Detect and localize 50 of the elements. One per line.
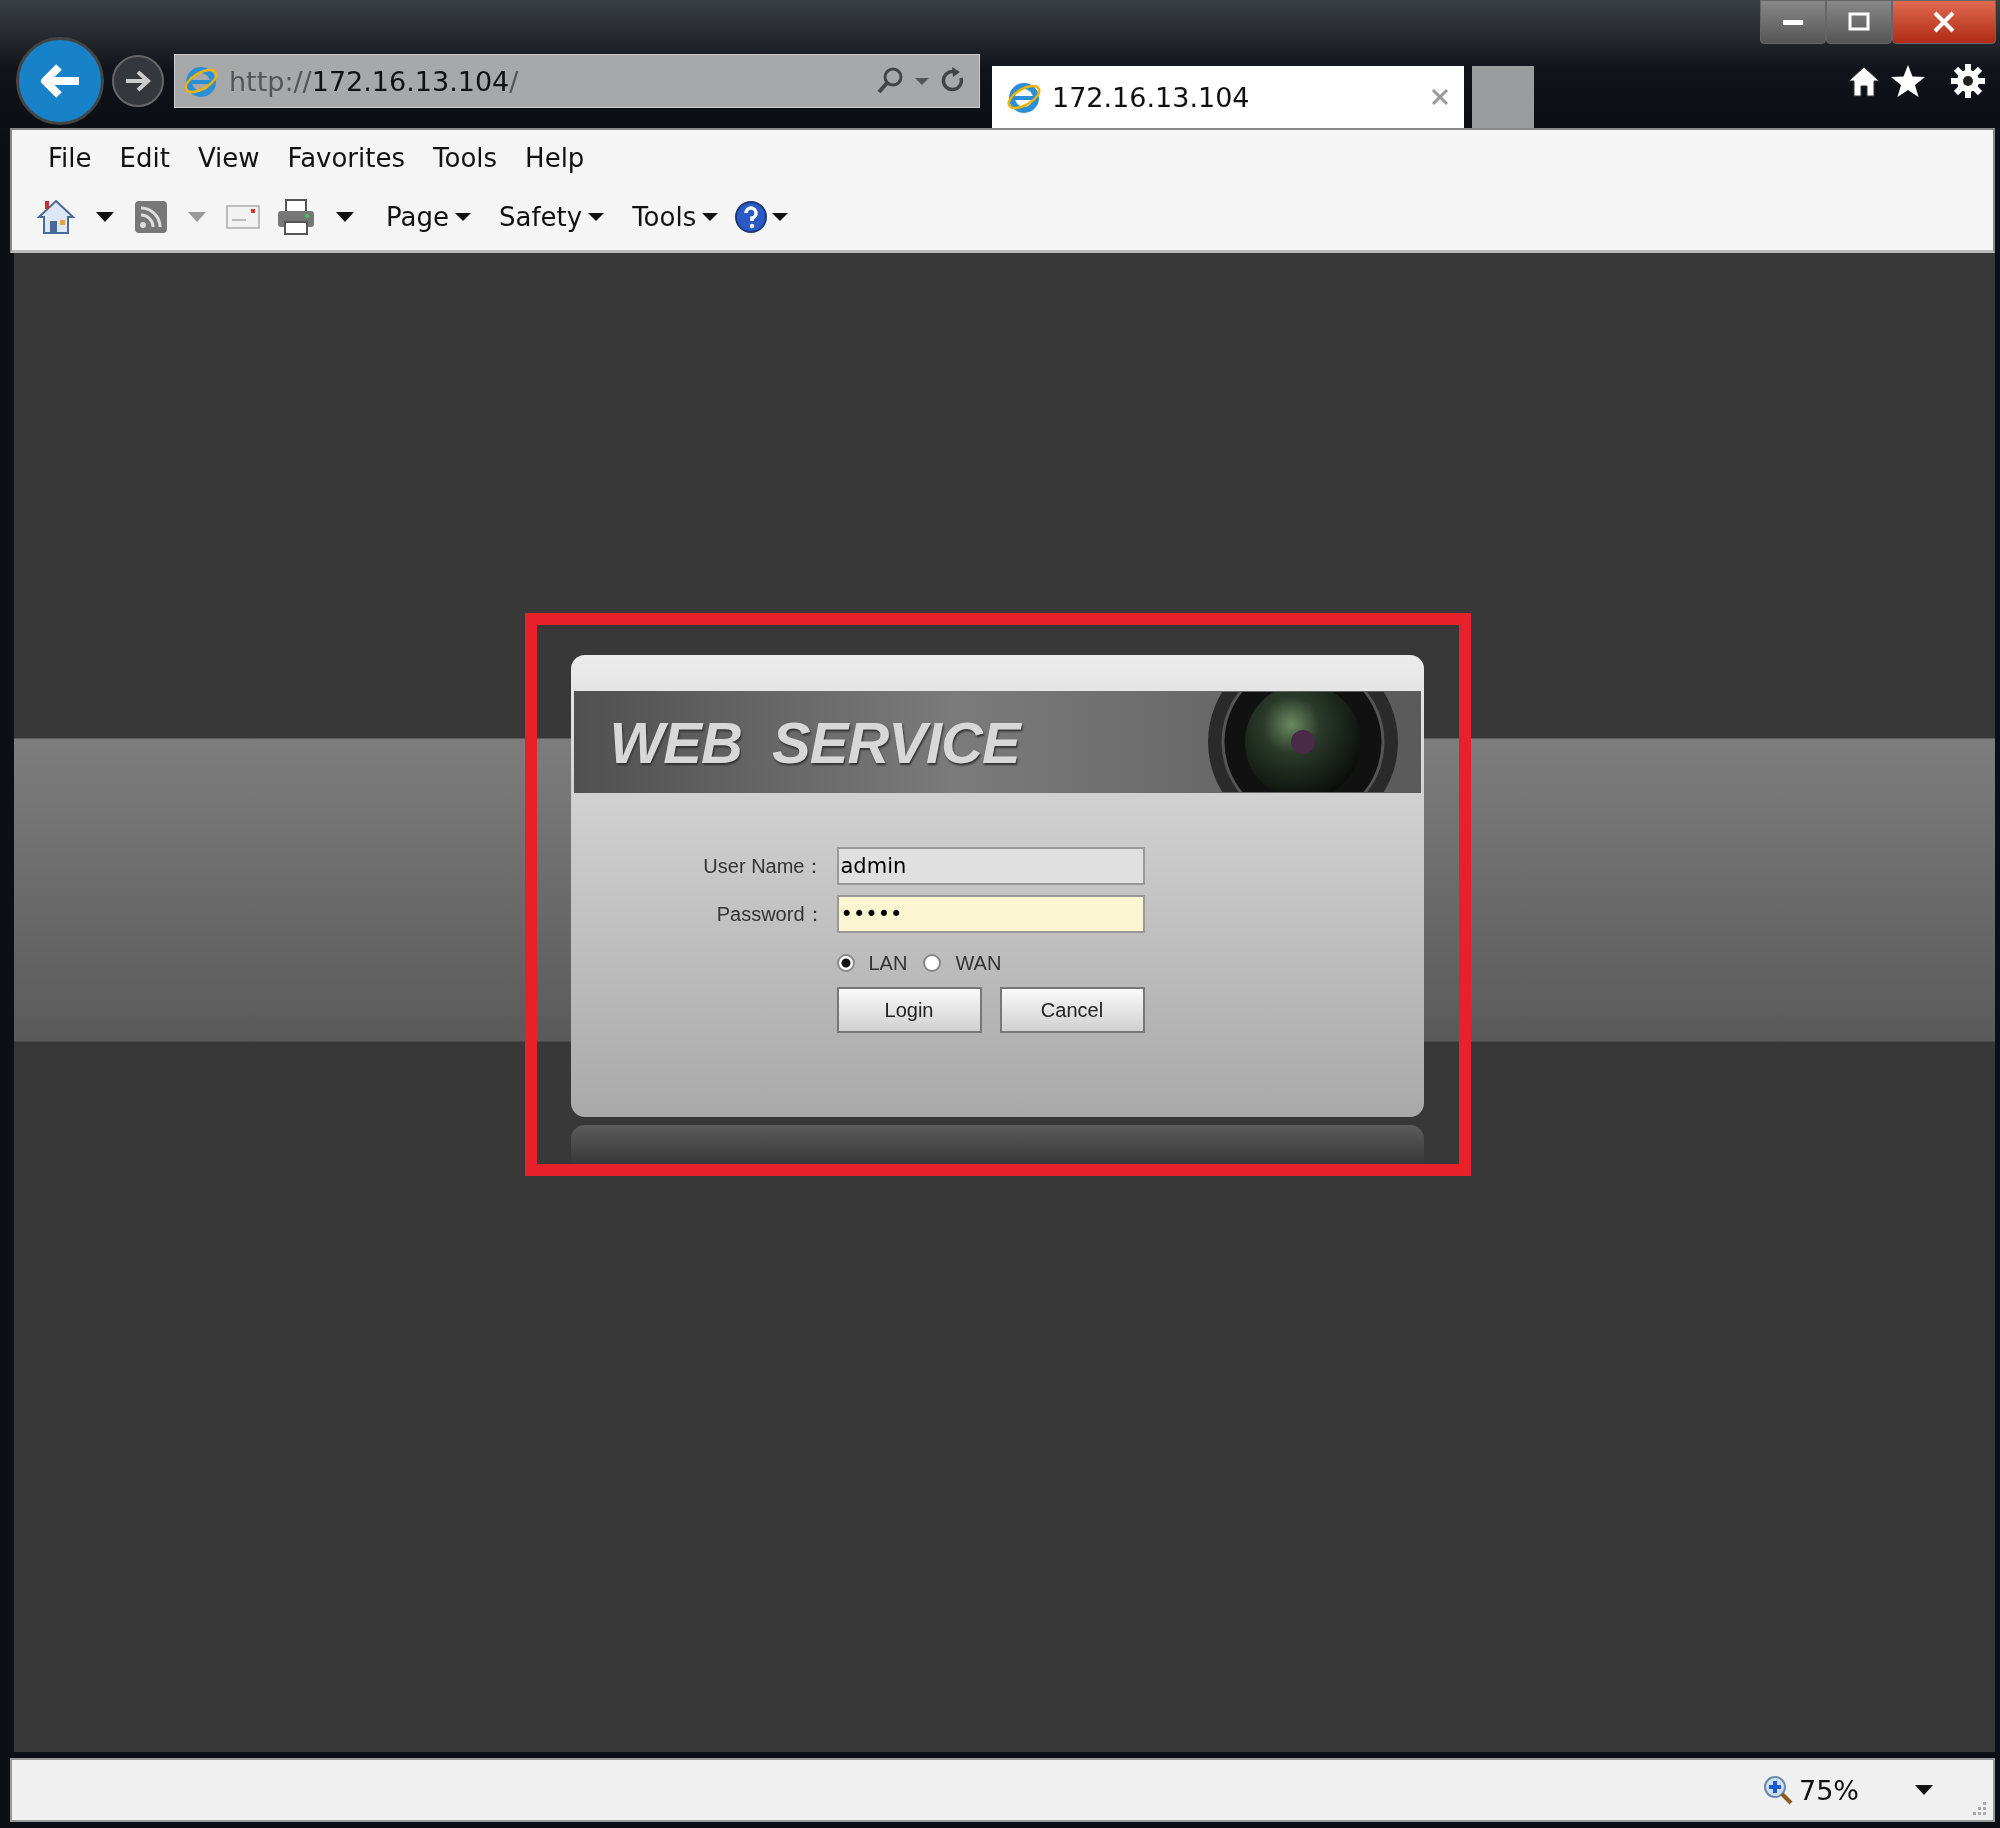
menu-item[interactable]: Help — [511, 143, 599, 173]
caret-icon[interactable] — [96, 211, 114, 223]
caret-icon — [588, 212, 605, 222]
radio-label: LAN — [868, 951, 908, 975]
caret-icon — [772, 212, 789, 222]
caret-icon — [188, 211, 206, 223]
radio-label: WAN — [955, 951, 1002, 975]
toolbar-menu-button[interactable]: Tools — [632, 202, 719, 232]
settings-icon[interactable] — [1950, 63, 1986, 99]
field-label: User Name： — [702, 853, 825, 879]
dialog-title: WEB SERVICE — [609, 708, 1020, 776]
close-icon[interactable] — [1430, 87, 1450, 107]
tab-title: 172.16.13.104 — [1052, 81, 1251, 113]
toolbar-menu-button[interactable]: Page — [386, 202, 471, 232]
field-label: Password： — [715, 901, 825, 927]
radio-button[interactable] — [923, 954, 942, 972]
close-button[interactable] — [1892, 0, 1996, 44]
help-icon — [734, 200, 769, 234]
mail-icon — [226, 204, 260, 230]
menu-item[interactable]: Tools — [419, 143, 512, 173]
menu-item[interactable]: Favorites — [273, 143, 420, 173]
maximize-button[interactable] — [1826, 0, 1892, 44]
star-icon[interactable] — [1890, 64, 1926, 98]
caret-icon — [702, 212, 719, 222]
printer-icon[interactable] — [276, 198, 316, 236]
help-button[interactable] — [734, 200, 789, 234]
forward-button[interactable] — [112, 55, 164, 107]
menu-item[interactable]: Edit — [105, 143, 184, 173]
minimize-icon — [1783, 19, 1803, 25]
menu-item[interactable]: View — [183, 143, 274, 173]
home-icon[interactable] — [1846, 64, 1882, 98]
caret-icon[interactable] — [336, 211, 354, 223]
input-field[interactable]: ••••• — [836, 895, 1145, 933]
search-icon[interactable] — [875, 66, 905, 96]
minimize-button[interactable] — [1760, 0, 1826, 44]
arrow-right-icon — [123, 68, 153, 94]
browser-tab[interactable]: 172.16.13.104 — [992, 66, 1464, 128]
input-field[interactable]: admin — [836, 847, 1145, 885]
address-bar[interactable]: http://172.16.13.104/ — [174, 54, 980, 108]
dialog-button[interactable]: Cancel — [999, 987, 1145, 1033]
menu-item[interactable]: File — [34, 143, 106, 173]
dialog-button[interactable]: Login — [836, 987, 982, 1033]
radio-button[interactable] — [836, 954, 855, 972]
feed-icon[interactable] — [134, 200, 168, 234]
caret-icon[interactable] — [1915, 1785, 1933, 1795]
zoom-level[interactable]: 75% — [1799, 1774, 1859, 1806]
url-text: http://172.16.13.104/ — [229, 65, 520, 97]
zoom-icon[interactable] — [1763, 1775, 1793, 1805]
toolbar-menu-button[interactable]: Safety — [498, 202, 605, 232]
caret-icon — [454, 212, 471, 222]
